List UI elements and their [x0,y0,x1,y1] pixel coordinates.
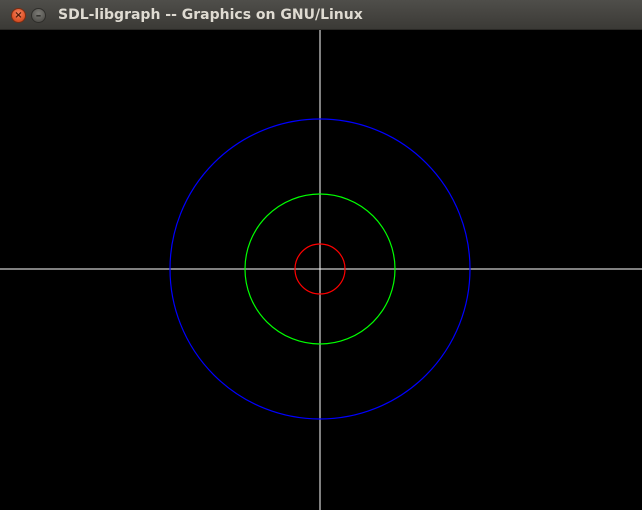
graphics-canvas [0,30,642,510]
minimize-glyph: – [35,9,42,22]
app-window: × – SDL-libgraph -- Graphics on GNU/Linu… [0,0,642,510]
close-icon[interactable]: × [11,8,26,23]
title-bar[interactable]: × – SDL-libgraph -- Graphics on GNU/Linu… [0,0,642,30]
minimize-icon[interactable]: – [31,8,46,23]
window-title: SDL-libgraph -- Graphics on GNU/Linux [58,7,363,23]
close-glyph: × [14,9,23,21]
drawing-surface [0,30,642,510]
canvas-background [0,30,642,510]
